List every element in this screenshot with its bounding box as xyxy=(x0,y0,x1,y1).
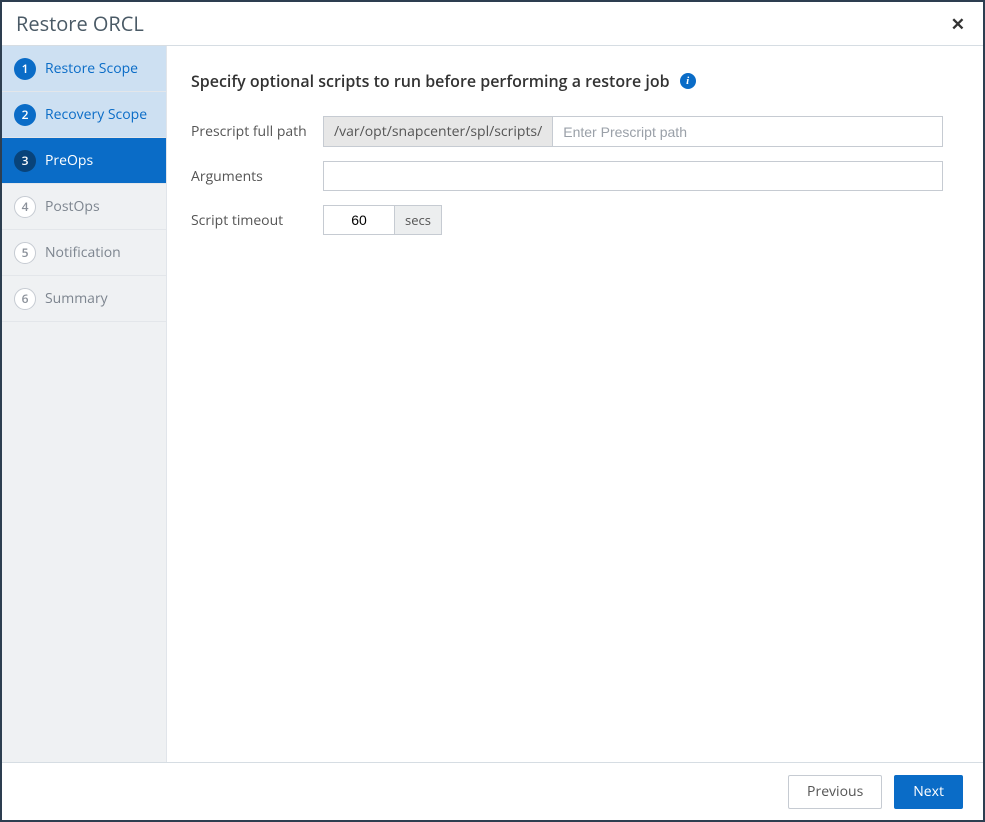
page-heading: Specify optional scripts to run before p… xyxy=(191,70,670,92)
label-arguments: Arguments xyxy=(191,167,323,186)
previous-button[interactable]: Previous xyxy=(788,775,882,809)
prescript-prefix: /var/opt/snapcenter/spl/scripts/ xyxy=(324,117,553,146)
timeout-group: secs xyxy=(323,205,442,235)
next-button[interactable]: Next xyxy=(894,775,963,809)
step-recovery-scope[interactable]: 2 Recovery Scope xyxy=(2,92,166,138)
step-number: 4 xyxy=(14,196,36,218)
heading-row: Specify optional scripts to run before p… xyxy=(191,70,959,92)
arguments-input[interactable] xyxy=(323,161,943,191)
step-number: 6 xyxy=(14,288,36,310)
step-restore-scope[interactable]: 1 Restore Scope xyxy=(2,46,166,92)
step-number: 5 xyxy=(14,242,36,264)
dialog-header: Restore ORCL ✕ xyxy=(2,2,983,46)
step-number: 3 xyxy=(14,150,36,172)
step-label: PostOps xyxy=(45,197,100,216)
row-prescript-path: Prescript full path /var/opt/snapcenter/… xyxy=(191,116,959,147)
info-icon[interactable]: i xyxy=(680,73,696,89)
prescript-path-group: /var/opt/snapcenter/spl/scripts/ xyxy=(323,116,943,147)
step-label: Recovery Scope xyxy=(45,105,147,124)
row-arguments: Arguments xyxy=(191,161,959,191)
step-preops[interactable]: 3 PreOps xyxy=(2,138,166,184)
step-number: 2 xyxy=(14,104,36,126)
timeout-unit: secs xyxy=(395,205,442,235)
step-label: PreOps xyxy=(45,151,93,170)
label-prescript: Prescript full path xyxy=(191,122,323,141)
wizard-sidebar: 1 Restore Scope 2 Recovery Scope 3 PreOp… xyxy=(2,46,167,762)
restore-dialog: Restore ORCL ✕ 1 Restore Scope 2 Recover… xyxy=(0,0,985,822)
step-summary[interactable]: 6 Summary xyxy=(2,276,166,322)
label-timeout: Script timeout xyxy=(191,211,323,230)
timeout-input[interactable] xyxy=(323,205,395,235)
prescript-path-input[interactable] xyxy=(553,117,942,146)
dialog-footer: Previous Next xyxy=(2,762,983,820)
step-number: 1 xyxy=(14,58,36,80)
dialog-title: Restore ORCL xyxy=(16,10,144,37)
step-label: Notification xyxy=(45,243,121,262)
main-panel: Specify optional scripts to run before p… xyxy=(167,46,983,762)
step-label: Restore Scope xyxy=(45,59,138,78)
step-label: Summary xyxy=(45,289,108,308)
step-postops[interactable]: 4 PostOps xyxy=(2,184,166,230)
row-timeout: Script timeout secs xyxy=(191,205,959,235)
step-notification[interactable]: 5 Notification xyxy=(2,230,166,276)
close-icon[interactable]: ✕ xyxy=(947,15,969,32)
dialog-body: 1 Restore Scope 2 Recovery Scope 3 PreOp… xyxy=(2,46,983,762)
